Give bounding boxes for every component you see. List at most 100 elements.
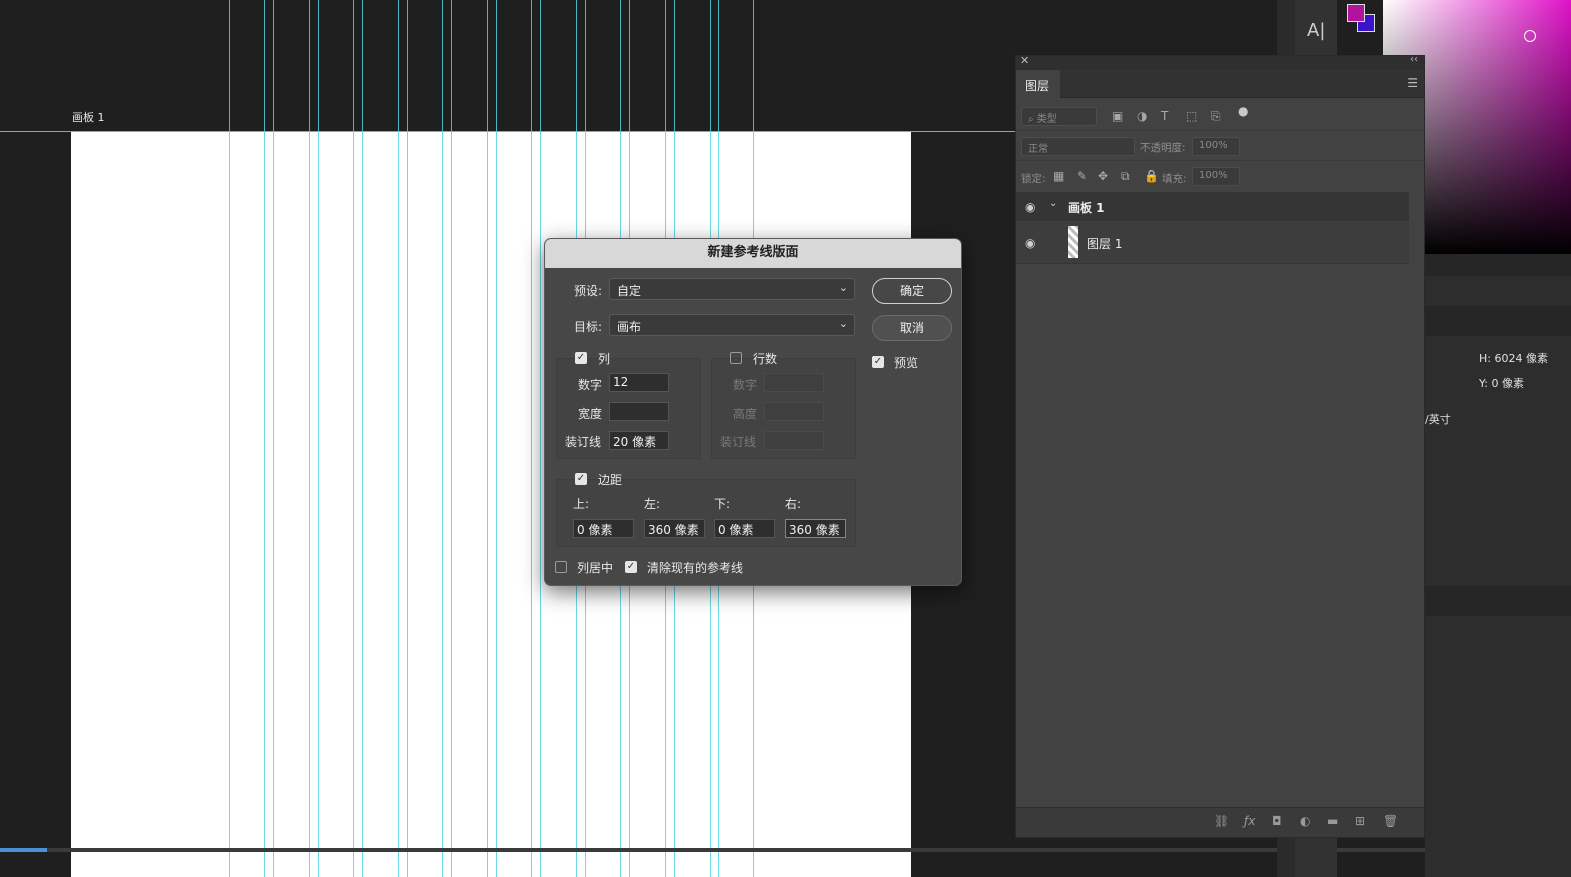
- column-guide[interactable]: [362, 0, 363, 877]
- preview-label: 预览: [894, 356, 919, 370]
- margin-label: 边距: [598, 473, 623, 487]
- search-icon: ⌕: [1028, 114, 1034, 125]
- margin-right-label: 右:: [785, 497, 802, 511]
- lock-position-icon[interactable]: ✥: [1098, 169, 1108, 183]
- lock-image-icon[interactable]: ✎: [1077, 169, 1087, 183]
- blend-mode-select[interactable]: 正常: [1021, 137, 1135, 156]
- margin-top-label: 上:: [573, 497, 590, 511]
- rows-gutter-label: 装订线: [720, 435, 757, 449]
- ok-button[interactable]: 确定: [872, 278, 952, 304]
- height-readout: H: 6024 像素: [1479, 352, 1548, 365]
- image-filter-icon[interactable]: ▣: [1112, 109, 1123, 123]
- type-tool-icon[interactable]: A|: [1307, 20, 1325, 41]
- column-guide[interactable]: [309, 0, 310, 877]
- eye-icon[interactable]: ◉: [1025, 200, 1035, 214]
- center-columns-checkbox[interactable]: [555, 561, 567, 573]
- column-guide[interactable]: [487, 0, 488, 877]
- layer-row[interactable]: ◉ 图层 1: [1016, 222, 1409, 264]
- eye-icon[interactable]: ◉: [1025, 236, 1035, 250]
- column-guide[interactable]: [318, 0, 319, 877]
- y-readout: Y: 0 像素: [1479, 377, 1524, 390]
- panel-band: [1425, 586, 1571, 616]
- rows-checkbox[interactable]: [730, 352, 742, 364]
- layer-filter-label: 类型: [1036, 114, 1057, 125]
- margin-right-input[interactable]: 360 像素: [785, 519, 846, 538]
- column-guide[interactable]: [496, 0, 497, 877]
- lock-all-icon[interactable]: 🔒: [1144, 169, 1159, 183]
- filter-toggle-icon[interactable]: ●: [1238, 104, 1248, 118]
- preset-value: 自定: [617, 284, 642, 298]
- adjustment-filter-icon[interactable]: ◑: [1137, 109, 1147, 123]
- column-guide[interactable]: [540, 0, 541, 877]
- dialog-title: 新建参考线版面: [545, 239, 961, 268]
- link-icon[interactable]: ⛓: [1214, 814, 1229, 828]
- column-guide[interactable]: [531, 0, 532, 877]
- fx-icon[interactable]: ƒx: [1244, 814, 1255, 828]
- folder-icon[interactable]: ▬: [1327, 814, 1338, 828]
- panel-tabbar: 图层 ☰: [1016, 70, 1424, 98]
- column-guide[interactable]: [273, 0, 274, 877]
- shape-filter-icon[interactable]: ⬚: [1186, 109, 1197, 123]
- chevron-down-icon[interactable]: ⌄: [1049, 198, 1057, 209]
- rows-gutter-input[interactable]: [764, 431, 824, 450]
- margin-top-input[interactable]: 0 像素: [573, 519, 634, 538]
- margin-checkbox[interactable]: ✓: [575, 473, 587, 485]
- column-guide[interactable]: [398, 0, 399, 877]
- type-filter-icon[interactable]: T: [1161, 109, 1168, 123]
- clear-guides-checkbox[interactable]: ✓: [625, 561, 637, 573]
- column-guide[interactable]: [353, 0, 354, 877]
- color-picker-cursor[interactable]: [1524, 30, 1536, 42]
- cancel-button[interactable]: 取消: [872, 315, 952, 341]
- smart-object-filter-icon[interactable]: ⎘: [1211, 109, 1221, 124]
- foreground-color-swatch[interactable]: [1347, 4, 1365, 22]
- clear-guides-label: 清除现有的参考线: [647, 561, 744, 575]
- columns-width-input[interactable]: [609, 402, 669, 421]
- rows-height-input[interactable]: [764, 402, 824, 421]
- margin-left-label: 左:: [644, 497, 661, 511]
- margin-left-input[interactable]: 360 像素: [644, 519, 705, 538]
- close-icon[interactable]: ✕: [1020, 54, 1029, 67]
- target-select[interactable]: 画布 ⌄: [609, 314, 855, 336]
- margin-bottom-input[interactable]: 0 像素: [714, 519, 775, 538]
- panel-band: [1425, 254, 1571, 276]
- fill-input[interactable]: 100%: [1192, 167, 1240, 186]
- column-guide[interactable]: [442, 0, 443, 877]
- lock-row: 锁定: ▦ ✎ ✥ ⧉ 🔒 填充: 100%: [1016, 160, 1424, 190]
- horizontal-guide[interactable]: [0, 131, 1015, 132]
- layer-name: 图层 1: [1087, 237, 1123, 251]
- rows-label: 行数: [753, 352, 778, 366]
- opacity-input[interactable]: 100%: [1192, 137, 1240, 156]
- preset-select[interactable]: 自定 ⌄: [609, 278, 855, 300]
- collapse-icon[interactable]: ‹‹: [1410, 54, 1418, 65]
- target-value: 画布: [617, 320, 642, 334]
- columns-checkbox[interactable]: ✓: [575, 352, 587, 364]
- columns-gutter-label: 装订线: [565, 435, 602, 449]
- columns-number-input[interactable]: 12: [609, 373, 669, 392]
- layer-filter-select[interactable]: ⌕ 类型: [1021, 107, 1097, 126]
- layer-thumbnail: [1068, 226, 1078, 258]
- lock-transparent-icon[interactable]: ▦: [1053, 169, 1064, 183]
- chevron-down-icon: ⌄: [838, 317, 848, 330]
- mask-icon[interactable]: ◘: [1272, 814, 1282, 828]
- preview-checkbox[interactable]: ✓: [872, 356, 884, 368]
- panel-menu-icon[interactable]: ☰: [1407, 76, 1418, 90]
- column-guide[interactable]: [264, 0, 265, 877]
- columns-label: 列: [598, 352, 611, 366]
- adjustment-layer-icon[interactable]: ◐: [1300, 814, 1310, 828]
- layer-row-artboard[interactable]: ◉ ⌄ 画板 1: [1016, 192, 1409, 221]
- trash-icon[interactable]: 🗑: [1383, 814, 1398, 828]
- margin-bottom-label: 下:: [714, 497, 731, 511]
- lock-artboard-icon[interactable]: ⧉: [1121, 169, 1130, 184]
- column-guide[interactable]: [407, 0, 408, 877]
- artboard-label[interactable]: 画板 1: [72, 109, 105, 125]
- columns-gutter-input[interactable]: 20 像素: [609, 431, 669, 450]
- columns-width-label: 宽度: [578, 407, 603, 421]
- rows-number-input[interactable]: [764, 373, 824, 392]
- tab-layers[interactable]: 图层: [1016, 70, 1060, 98]
- column-guide[interactable]: [451, 0, 452, 877]
- target-label: 目标:: [574, 320, 603, 334]
- scrollbar-thumb[interactable]: [0, 848, 47, 852]
- new-layer-icon[interactable]: ⊞: [1355, 814, 1365, 828]
- rows-height-label: 高度: [733, 407, 758, 421]
- column-guide[interactable]: [229, 0, 230, 877]
